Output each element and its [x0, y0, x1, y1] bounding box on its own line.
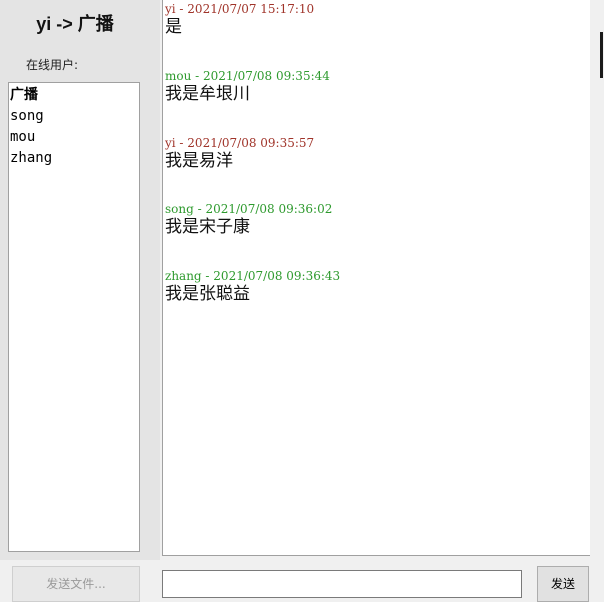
message-body: 是: [165, 17, 182, 37]
chat-message: yi - 2021/07/07 15:17:10 是: [165, 2, 314, 38]
message-header: song - 2021/07/08 09:36:02: [165, 202, 333, 216]
message-header: yi - 2021/07/07 15:17:10: [165, 2, 315, 16]
chat-message: yi - 2021/07/08 09:35:57 我是易洋: [165, 136, 314, 172]
chat-scrollbar-thumb[interactable]: [600, 32, 603, 78]
message-body: 我是宋子康: [165, 217, 250, 237]
chat-scrollbar[interactable]: [590, 0, 604, 560]
message-input[interactable]: [162, 570, 522, 598]
chat-message: zhang - 2021/07/08 09:36:43 我是张聪益: [165, 269, 340, 305]
chat-message: song - 2021/07/08 09:36:02 我是宋子康: [165, 202, 332, 238]
user-list-item-broadcast[interactable]: 广播: [10, 85, 139, 106]
chat-message: mou - 2021/07/08 09:35:44 我是牟垠川: [165, 69, 330, 105]
message-body: 我是易洋: [165, 151, 233, 171]
user-list-item-mou[interactable]: mou: [10, 127, 139, 148]
online-users-label: 在线用户:: [26, 58, 79, 72]
user-list-item-song[interactable]: song: [10, 106, 139, 127]
send-button[interactable]: 发送: [537, 566, 589, 602]
chat-history[interactable]: yi - 2021/07/07 15:17:10 是 mou - 2021/07…: [162, 0, 590, 556]
message-body: 我是牟垠川: [165, 84, 250, 104]
message-header: mou - 2021/07/08 09:35:44: [165, 69, 330, 83]
user-list[interactable]: 广播 song mou zhang: [8, 82, 140, 552]
message-header: yi - 2021/07/08 09:35:57: [165, 136, 315, 150]
message-body: 我是张聪益: [165, 284, 250, 304]
user-list-item-zhang[interactable]: zhang: [10, 148, 139, 169]
message-header: zhang - 2021/07/08 09:36:43: [165, 269, 341, 283]
conversation-title: yi -> 广播: [36, 14, 114, 34]
send-file-button[interactable]: 发送文件...: [12, 566, 140, 602]
